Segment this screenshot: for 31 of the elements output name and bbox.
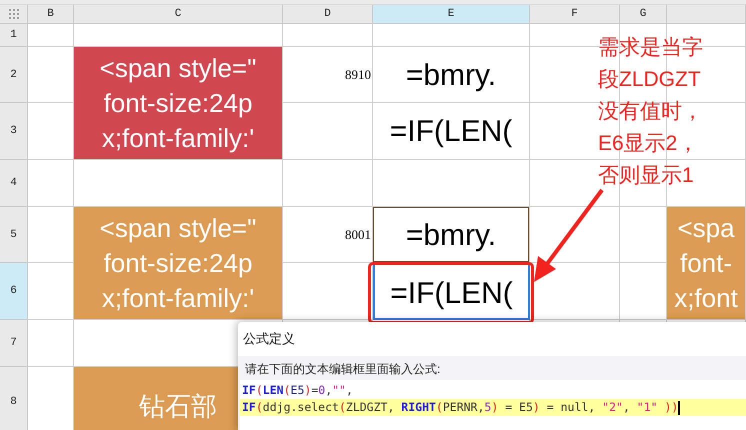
row-header[interactable]: 3 [0, 103, 28, 160]
row-header[interactable]: 4 [0, 160, 28, 207]
formula-editor[interactable]: IF(LEN(E5)=0,"", IF(ddjg.select(ZLDGZT, RIGHT(PERNR,5) = E5) = null, "2", "1" )) [240, 380, 746, 430]
table-cell[interactable]: =bmry. [373, 47, 530, 103]
instruction-text: 请在下面的文本编辑框里面输入公式: [244, 361, 442, 378]
column-header[interactable]: D [283, 5, 373, 24]
select-all-button[interactable] [0, 5, 28, 24]
row-header[interactable]: 6 [0, 263, 28, 320]
column-header[interactable]: C [74, 5, 283, 24]
table-cell[interactable]: =IF(LEN( [373, 263, 530, 320]
row-header[interactable]: 1 [0, 24, 28, 47]
table-cell: <spa font- x;font [667, 207, 746, 320]
column-header[interactable]: E [373, 5, 530, 24]
table-cell[interactable]: =bmry. [373, 207, 530, 263]
row-header[interactable]: 5 [0, 207, 28, 263]
table-cell: 8910 [283, 47, 373, 103]
column-header[interactable]: B [28, 5, 74, 24]
column-header[interactable]: G [620, 5, 667, 24]
table-cell: 8001 [283, 207, 373, 263]
dialog-title: 公式定义 [242, 330, 296, 348]
column-header[interactable] [667, 5, 746, 24]
column-header[interactable]: F [530, 5, 620, 24]
row-header[interactable]: 7 [0, 320, 28, 367]
row-header[interactable]: 8 [0, 367, 28, 430]
table-cell: <span style=" font-size:24p x;font-family:' [74, 207, 283, 320]
code-line: IF(LEN(E5)=0,"", [241, 382, 354, 399]
annotation-text: 需求是当字 段ZLDGZT 没有值时， E6显示2， 否则显示1 [598, 35, 703, 189]
grid-icon [8, 8, 20, 20]
row-header[interactable]: 2 [0, 47, 28, 103]
table-cell: <span style=" font-size:24p x;font-family:' [74, 47, 283, 160]
table-cell[interactable]: =IF(LEN( [373, 103, 530, 160]
